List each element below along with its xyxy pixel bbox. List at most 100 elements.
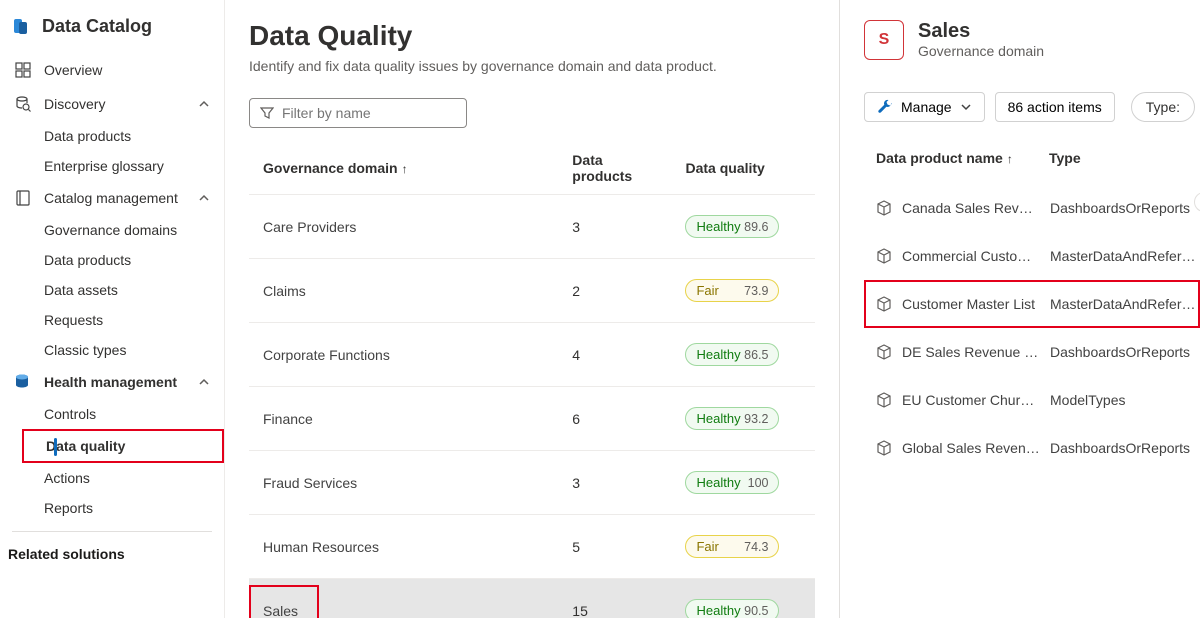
status-badge: Healthy100 bbox=[685, 471, 779, 494]
cube-icon bbox=[876, 440, 892, 456]
dp-name: Customer Master List bbox=[902, 296, 1040, 312]
status-badge: Healthy89.6 bbox=[685, 215, 779, 238]
nav-data-assets[interactable]: Data assets bbox=[0, 275, 224, 305]
nav-enterprise-glossary[interactable]: Enterprise glossary bbox=[0, 151, 224, 181]
nav-discovery[interactable]: Discovery bbox=[0, 87, 224, 121]
dp-name: DE Sales Revenue In… bbox=[902, 344, 1040, 360]
cell-products: 2 bbox=[560, 259, 673, 323]
table-row[interactable]: Corporate Functions4 Healthy86.5 bbox=[249, 323, 815, 387]
table-row[interactable]: Human Resources5Fair74.3 bbox=[249, 515, 815, 579]
sort-asc-icon: ↑ bbox=[1003, 152, 1013, 166]
nav-overview[interactable]: Overview bbox=[0, 53, 224, 87]
page-subtitle: Identify and fix data quality issues by … bbox=[249, 58, 815, 74]
dp-type: ModelTypes bbox=[1050, 392, 1200, 408]
dp-name: Global Sales Revenu… bbox=[902, 440, 1040, 456]
table-row[interactable]: Finance6Healthy93.2 bbox=[249, 387, 815, 451]
cell-quality: Healthy90.5 bbox=[673, 579, 815, 618]
dp-type: MasterDataAndReferen… bbox=[1050, 248, 1200, 264]
table-row[interactable]: Claims2Fair73.9 bbox=[249, 259, 815, 323]
nav-classic-types[interactable]: Classic types bbox=[0, 335, 224, 365]
status-badge: Healthy86.5 bbox=[685, 343, 779, 366]
cube-icon bbox=[876, 344, 892, 360]
data-product-row[interactable]: Global Sales Revenu…DashboardsOrReports bbox=[864, 424, 1200, 472]
detail-pane: S Sales Governance domain Manage 86 acti… bbox=[840, 0, 1200, 618]
dp-type: DashboardsOrReports bbox=[1050, 200, 1200, 216]
book-icon bbox=[14, 189, 32, 207]
app-title: Data Catalog bbox=[42, 16, 152, 37]
nav-label: Health management bbox=[44, 374, 186, 390]
nav-label: Discovery bbox=[44, 96, 186, 112]
nav-data-products[interactable]: Data products bbox=[0, 121, 224, 151]
manage-button[interactable]: Manage bbox=[864, 92, 985, 122]
cell-quality: Healthy100 bbox=[673, 451, 815, 515]
nav-data-products-2[interactable]: Data products bbox=[0, 245, 224, 275]
data-product-row[interactable]: Commercial Custom…MasterDataAndReferen… bbox=[864, 232, 1200, 280]
cell-quality: Healthy86.5 bbox=[673, 323, 815, 387]
detail-subtitle: Governance domain bbox=[918, 43, 1044, 59]
filter-icon bbox=[260, 106, 274, 120]
cell-products: 4 bbox=[560, 323, 673, 387]
filter-by-name[interactable] bbox=[249, 98, 467, 128]
types-pill[interactable]: Type: bbox=[1131, 92, 1195, 122]
data-product-row[interactable]: Canada Sales Reven… DashboardsOrReports bbox=[864, 184, 1200, 232]
nav-governance-domains[interactable]: Governance domains bbox=[0, 215, 224, 245]
nav-reports[interactable]: Reports bbox=[0, 493, 224, 523]
chevron-up-icon bbox=[198, 192, 210, 204]
dp-type: DashboardsOrReports bbox=[1050, 344, 1200, 360]
status-badge: Fair73.9 bbox=[685, 279, 779, 302]
nav-label: Catalog management bbox=[44, 190, 186, 206]
col-domain[interactable]: Governance domain↑ bbox=[249, 142, 560, 195]
nav-actions[interactable]: Actions bbox=[0, 463, 224, 493]
table-row[interactable]: Sales15 Healthy90.5 bbox=[249, 579, 815, 618]
table-row[interactable]: Fraud Services3 Healthy100 bbox=[249, 451, 815, 515]
data-product-row[interactable]: DE Sales Revenue In… DashboardsOrReports bbox=[864, 328, 1200, 376]
cell-domain: Fraud Services bbox=[249, 451, 560, 515]
catalog-icon bbox=[12, 17, 32, 37]
table-row[interactable]: Care Providers3 Healthy89.6 bbox=[249, 195, 815, 259]
cell-quality: Healthy93.2 bbox=[673, 387, 815, 451]
dp-type: MasterDataAndReferen… bbox=[1050, 296, 1198, 312]
cell-products: 5 bbox=[560, 515, 673, 579]
dp-name: Canada Sales Reven… bbox=[902, 200, 1040, 216]
nav-label: Overview bbox=[44, 62, 210, 78]
wrench-icon bbox=[877, 99, 893, 115]
cell-domain: Sales bbox=[249, 579, 560, 618]
sort-asc-icon: ↑ bbox=[398, 162, 408, 176]
col-quality[interactable]: Data quality bbox=[673, 142, 815, 195]
col-dp-name[interactable]: Data product name↑ bbox=[876, 150, 1041, 166]
page-title: Data Quality bbox=[249, 20, 815, 52]
cell-quality: Healthy89.6 bbox=[673, 195, 815, 259]
main-content: Data Quality Identify and fix data quali… bbox=[225, 0, 840, 618]
detail-title: Sales bbox=[918, 20, 1044, 43]
status-badge: Fair74.3 bbox=[685, 535, 779, 558]
app-header: Data Catalog bbox=[0, 10, 224, 53]
cube-icon bbox=[876, 296, 892, 312]
col-products[interactable]: Data products bbox=[560, 142, 673, 195]
status-badge: Healthy93.2 bbox=[685, 407, 779, 430]
cell-domain: Care Providers bbox=[249, 195, 560, 259]
search-db-icon bbox=[14, 95, 32, 113]
sidebar: Data Catalog Overview Discovery Data pro… bbox=[0, 0, 225, 618]
nav-catalog-management[interactable]: Catalog management bbox=[0, 181, 224, 215]
dp-name: EU Customer Churn … bbox=[902, 392, 1040, 408]
cell-products: 3 bbox=[560, 195, 673, 259]
action-items-button[interactable]: 86 action items bbox=[995, 92, 1115, 122]
cell-domain: Corporate Functions bbox=[249, 323, 560, 387]
col-dp-type[interactable]: Type bbox=[1049, 150, 1081, 166]
domain-table: Governance domain↑ Data products Data qu… bbox=[249, 142, 815, 618]
nav-health-management[interactable]: Health management bbox=[0, 365, 224, 399]
cell-products: 15 bbox=[560, 579, 673, 618]
nav-requests[interactable]: Requests bbox=[0, 305, 224, 335]
data-product-row[interactable]: EU Customer Churn … ModelTypes bbox=[864, 376, 1200, 424]
related-solutions-header: Related solutions bbox=[0, 536, 224, 572]
chevron-up-icon bbox=[198, 376, 210, 388]
cell-quality: Fair73.9 bbox=[673, 259, 815, 323]
nav-controls[interactable]: Controls bbox=[0, 399, 224, 429]
cell-products: 6 bbox=[560, 387, 673, 451]
nav-data-quality[interactable]: Data quality bbox=[22, 429, 224, 463]
status-badge: Healthy90.5 bbox=[685, 599, 779, 618]
cell-products: 3 bbox=[560, 451, 673, 515]
cube-icon bbox=[876, 392, 892, 408]
filter-input[interactable] bbox=[282, 105, 456, 121]
data-product-row[interactable]: Customer Master List MasterDataAndReferen… bbox=[864, 280, 1200, 328]
